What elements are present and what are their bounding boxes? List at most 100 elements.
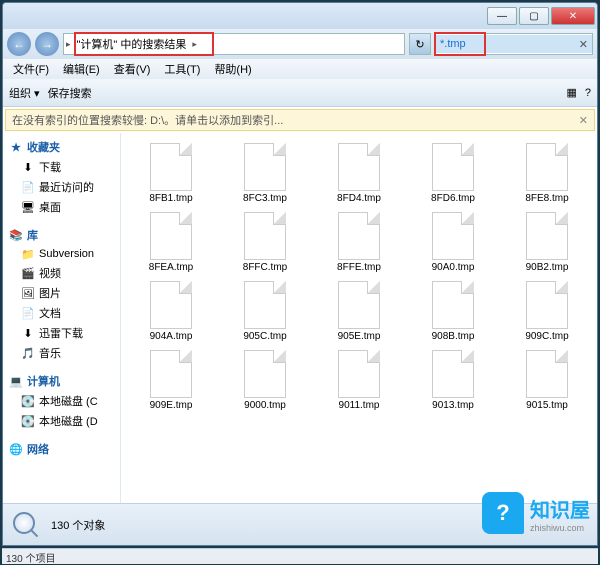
file-icon — [338, 350, 380, 398]
file-item[interactable]: 8FFC.tmp — [219, 210, 311, 275]
disk-icon: 💽 — [21, 394, 35, 408]
menu-edit[interactable]: 编辑(E) — [57, 59, 106, 79]
sidebar-header-favorites[interactable]: ★收藏夹 — [3, 137, 120, 157]
info-text: 在没有索引的位置搜索较慢: D:\。请单击以添加到索引... — [12, 112, 283, 128]
menu-tools[interactable]: 工具(T) — [158, 59, 206, 79]
file-name: 8FB1.tmp — [149, 193, 192, 204]
file-item[interactable]: 90B2.tmp — [501, 210, 593, 275]
file-item[interactable]: 9013.tmp — [407, 348, 499, 413]
file-icon — [150, 281, 192, 329]
status-count: 130 个对象 — [51, 517, 105, 533]
status-bar: 130 个对象 — [3, 503, 597, 545]
file-icon — [338, 281, 380, 329]
network-icon: 🌐 — [9, 442, 23, 456]
star-icon: ★ — [9, 140, 23, 154]
save-search-button[interactable]: 保存搜索 — [48, 85, 92, 101]
file-name: 9000.tmp — [244, 400, 286, 411]
download-icon: ⬇ — [21, 326, 35, 340]
sidebar-item-videos[interactable]: 🎬视频 — [3, 263, 120, 283]
search-box[interactable]: ✕ — [435, 33, 593, 55]
disk-icon: 💽 — [21, 414, 35, 428]
sidebar-header-network[interactable]: 🌐网络 — [3, 439, 120, 459]
file-item[interactable]: 8FB1.tmp — [125, 141, 217, 206]
sidebar-item-desktop[interactable]: 🖥桌面 — [3, 197, 120, 217]
sidebar-header-libraries[interactable]: 📚库 — [3, 225, 120, 245]
desktop-icon: 🖥 — [21, 200, 35, 214]
sidebar-item-disk-d[interactable]: 💽本地磁盘 (D — [3, 411, 120, 431]
menu-bar: 文件(F) 编辑(E) 查看(V) 工具(T) 帮助(H) — [3, 59, 597, 79]
menu-help[interactable]: 帮助(H) — [208, 59, 257, 79]
forward-button[interactable]: → — [35, 32, 59, 56]
file-name: 908B.tmp — [432, 331, 475, 342]
file-item[interactable]: 8FFE.tmp — [313, 210, 405, 275]
file-item[interactable]: 905E.tmp — [313, 279, 405, 344]
file-item[interactable]: 909C.tmp — [501, 279, 593, 344]
sidebar-item-subversion[interactable]: 📁Subversion — [3, 245, 120, 263]
file-name: 904A.tmp — [150, 331, 193, 342]
close-infobar-button[interactable]: ✕ — [579, 114, 588, 127]
sidebar-item-pictures[interactable]: 🖼图片 — [3, 283, 120, 303]
sidebar-header-computer[interactable]: 💻计算机 — [3, 371, 120, 391]
clear-search-button[interactable]: ✕ — [579, 38, 588, 51]
menu-file[interactable]: 文件(F) — [7, 59, 55, 79]
sidebar-computer: 💻计算机 💽本地磁盘 (C 💽本地磁盘 (D — [3, 371, 120, 431]
organize-button[interactable]: 组织 ▾ — [9, 85, 40, 101]
sidebar-item-disk-c[interactable]: 💽本地磁盘 (C — [3, 391, 120, 411]
search-input[interactable] — [436, 35, 592, 53]
address-bar[interactable]: ▸ "计算机" 中的搜索结果 ▸ — [63, 33, 405, 55]
file-icon — [150, 143, 192, 191]
file-item[interactable]: 8FEA.tmp — [125, 210, 217, 275]
file-icon — [432, 212, 474, 260]
download-icon: ⬇ — [21, 160, 35, 174]
file-item[interactable]: 908B.tmp — [407, 279, 499, 344]
file-icon — [244, 281, 286, 329]
file-item[interactable]: 8FD4.tmp — [313, 141, 405, 206]
help-button[interactable]: ? — [585, 87, 591, 99]
file-grid: 8FB1.tmp 8FC3.tmp 8FD4.tmp 8FD6.tmp 8FE8.tmp… — [125, 141, 593, 413]
file-item[interactable]: 8FC3.tmp — [219, 141, 311, 206]
video-icon: 🎬 — [21, 266, 35, 280]
file-item[interactable]: 9011.tmp — [313, 348, 405, 413]
file-name: 909E.tmp — [150, 400, 193, 411]
library-icon: 📚 — [9, 228, 23, 242]
sidebar-item-documents[interactable]: 📄文档 — [3, 303, 120, 323]
menu-view[interactable]: 查看(V) — [108, 59, 157, 79]
item-count: 130 个项目 — [6, 554, 55, 565]
sidebar-libraries: 📚库 📁Subversion 🎬视频 🖼图片 📄文档 ⬇迅雷下载 🎵音乐 — [3, 225, 120, 363]
close-button[interactable]: ✕ — [551, 7, 595, 25]
file-name: 905E.tmp — [338, 331, 381, 342]
sidebar-item-xunlei[interactable]: ⬇迅雷下载 — [3, 323, 120, 343]
refresh-button[interactable]: ↻ — [409, 33, 431, 55]
file-name: 90B2.tmp — [526, 262, 569, 273]
back-button[interactable]: ← — [7, 32, 31, 56]
file-name: 8FD6.tmp — [431, 193, 475, 204]
file-item[interactable]: 909E.tmp — [125, 348, 217, 413]
file-name: 8FC3.tmp — [243, 193, 287, 204]
view-mode-button[interactable]: ▦ — [566, 86, 576, 99]
file-icon — [432, 281, 474, 329]
sidebar-network: 🌐网络 — [3, 439, 120, 459]
file-icon — [244, 143, 286, 191]
sidebar-item-recent[interactable]: 📄最近访问的 — [3, 177, 120, 197]
chevron-right-icon: ▸ — [64, 39, 73, 50]
sidebar-item-downloads[interactable]: ⬇下载 — [3, 157, 120, 177]
file-item[interactable]: 8FD6.tmp — [407, 141, 499, 206]
sidebar-item-music[interactable]: 🎵音乐 — [3, 343, 120, 363]
breadcrumb[interactable]: "计算机" 中的搜索结果 — [73, 34, 191, 54]
index-info-bar[interactable]: 在没有索引的位置搜索较慢: D:\。请单击以添加到索引... ✕ — [5, 109, 595, 131]
explorer-window: — ▢ ✕ ← → ▸ "计算机" 中的搜索结果 ▸ ↻ ✕ 文件(F) 编辑(… — [2, 2, 598, 546]
file-item[interactable]: 90A0.tmp — [407, 210, 499, 275]
file-name: 9011.tmp — [339, 400, 380, 411]
maximize-button[interactable]: ▢ — [519, 7, 549, 25]
file-item[interactable]: 904A.tmp — [125, 279, 217, 344]
file-item[interactable]: 905C.tmp — [219, 279, 311, 344]
file-item[interactable]: 9000.tmp — [219, 348, 311, 413]
file-item[interactable]: 9015.tmp — [501, 348, 593, 413]
computer-icon: 💻 — [9, 374, 23, 388]
file-name: 8FE8.tmp — [525, 193, 568, 204]
minimize-button[interactable]: — — [487, 7, 517, 25]
file-icon — [432, 350, 474, 398]
file-item[interactable]: 8FE8.tmp — [501, 141, 593, 206]
sidebar-favorites: ★收藏夹 ⬇下载 📄最近访问的 🖥桌面 — [3, 137, 120, 217]
bottom-status-bar: 130 个项目 — [2, 548, 598, 564]
